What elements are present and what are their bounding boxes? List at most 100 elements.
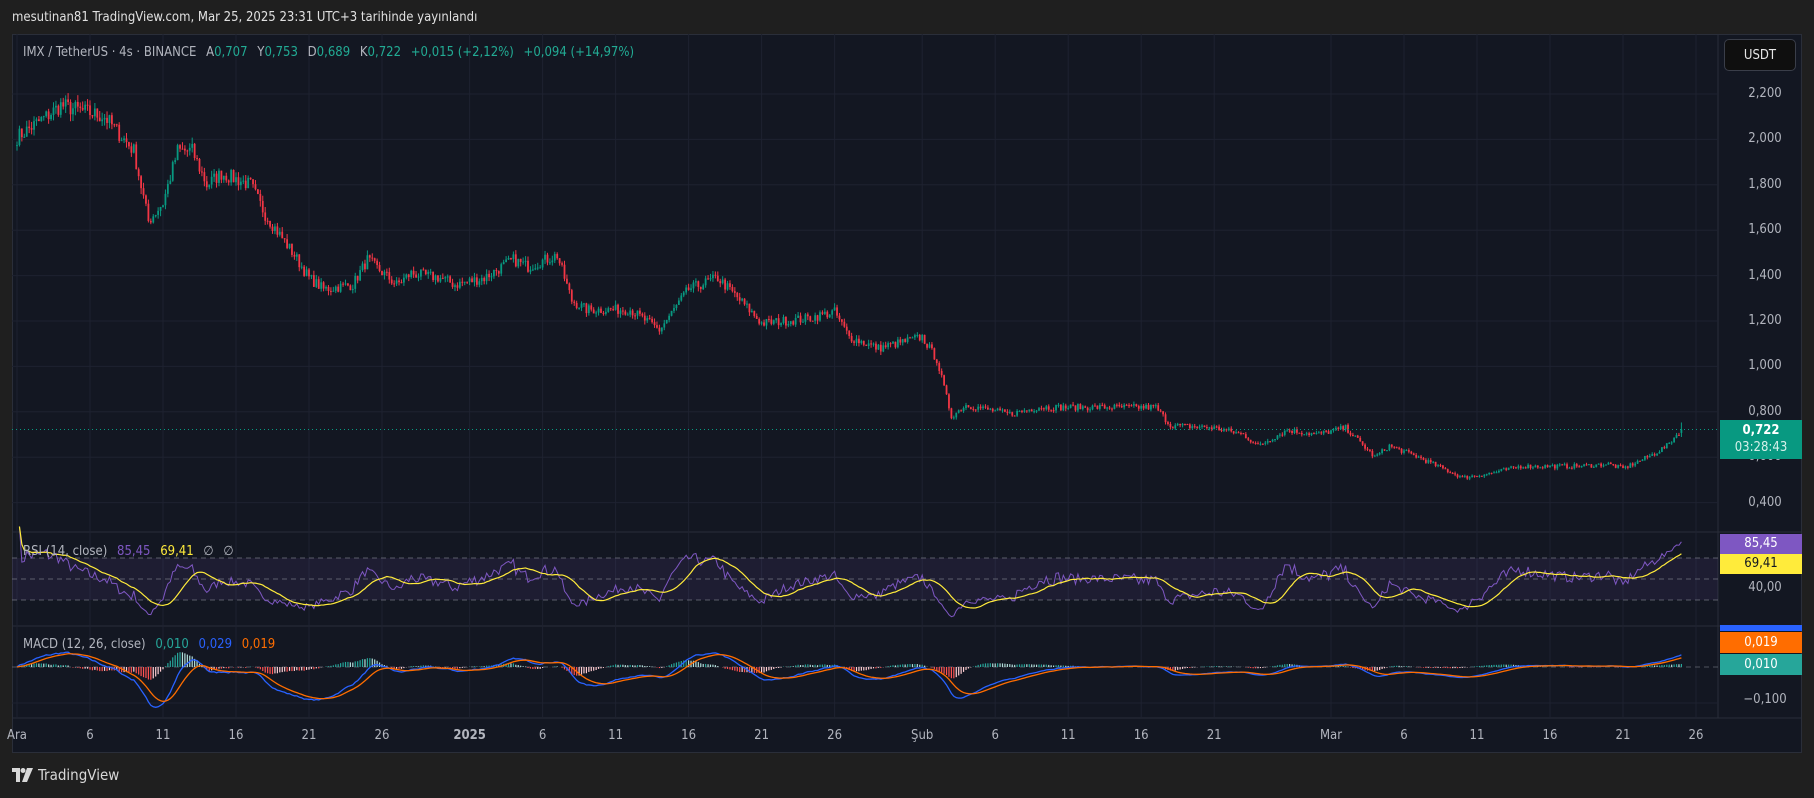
time-axis-label: 6 <box>991 728 999 743</box>
candle-body <box>422 269 425 271</box>
candle-body <box>169 180 172 184</box>
candle-body <box>1510 466 1512 468</box>
candle-body <box>943 375 945 386</box>
candle-body <box>901 339 904 343</box>
symbol-title[interactable]: IMX / TetherUS · 4s · BINANCE <box>23 45 196 60</box>
candle-body <box>1276 435 1279 440</box>
candle-body <box>320 282 323 289</box>
candle-body <box>527 260 529 272</box>
change-value-2: +0,094 (+14,97%) <box>523 45 635 60</box>
candle-body <box>415 274 417 278</box>
candle-body <box>1130 405 1133 407</box>
candle-body <box>955 412 958 418</box>
candle-body <box>181 148 184 150</box>
candle-body <box>28 126 31 129</box>
candle-body <box>118 124 121 141</box>
candle-body <box>777 318 780 326</box>
candle-body <box>972 408 975 410</box>
candle-body <box>1257 443 1259 445</box>
candle-body <box>74 101 77 109</box>
candle-body <box>1025 410 1028 412</box>
candle-body <box>1084 406 1087 408</box>
candle-body <box>1505 468 1508 470</box>
candle-body <box>1585 464 1588 466</box>
candle-body <box>385 271 388 273</box>
candle-body <box>86 104 89 106</box>
candle-body <box>938 363 941 371</box>
candle-body <box>1422 458 1425 460</box>
candle-body <box>1373 455 1376 457</box>
rsi-value: 85,45 <box>117 544 151 559</box>
rsi-extra-1: ∅ <box>203 544 214 559</box>
candle-body <box>580 303 583 308</box>
candle-body <box>159 207 162 211</box>
candle-body <box>1274 439 1276 441</box>
candle-body <box>607 308 610 312</box>
candle-body <box>344 283 347 285</box>
candle-body <box>1203 425 1206 428</box>
candle-body <box>602 312 605 314</box>
candle-body <box>1089 409 1091 411</box>
candle-body <box>558 258 561 264</box>
candle-body <box>237 177 240 186</box>
macd-title[interactable]: MACD (12, 26, close) <box>23 637 146 652</box>
candle-body <box>838 315 841 320</box>
candle-body <box>833 307 836 311</box>
candle-body <box>1546 465 1549 468</box>
candle-body <box>298 254 301 268</box>
last-price-value: 0,722 <box>1742 423 1780 438</box>
candle-body <box>429 271 432 273</box>
candle-body <box>152 216 155 223</box>
price-axis-label: 0,800 <box>1748 403 1782 419</box>
change-value: +0,015 (+2,12%) <box>410 45 514 60</box>
candle-body <box>855 338 858 343</box>
candle-body <box>1507 467 1510 470</box>
candle-body <box>950 408 953 419</box>
candle-body <box>1541 467 1544 469</box>
rsi-title[interactable]: RSI (14, close) <box>23 544 107 559</box>
candle-body <box>848 330 851 337</box>
candle-body <box>782 316 785 324</box>
candle-body <box>1536 465 1539 468</box>
candle-body <box>1656 453 1658 456</box>
candle-body <box>72 108 74 115</box>
candle-body <box>1476 476 1478 478</box>
candle-body <box>561 263 563 265</box>
candle-body <box>130 146 133 153</box>
candle-body <box>1417 456 1420 458</box>
candle-body <box>215 173 218 183</box>
candle-body <box>1439 465 1442 467</box>
candle-body <box>999 408 1001 411</box>
candle-body <box>850 336 853 342</box>
candle-body <box>1045 406 1048 410</box>
candle-body <box>1103 405 1106 409</box>
candle-body <box>505 259 507 263</box>
candle-body <box>712 274 714 279</box>
candle-body <box>1072 404 1074 406</box>
candle-body <box>1159 410 1162 412</box>
candle-body <box>1648 455 1651 458</box>
candle-body <box>420 269 422 277</box>
candle-body <box>1283 430 1286 435</box>
candle-body <box>1218 426 1220 430</box>
candle-body <box>933 348 936 360</box>
candle-body <box>1410 451 1413 454</box>
candle-body <box>227 180 230 183</box>
time-axis-label: Şub <box>911 728 934 743</box>
candle-body <box>1242 433 1245 435</box>
candle-body <box>1488 472 1491 475</box>
time-axis-label: 21 <box>1615 728 1631 743</box>
candle-body <box>1101 404 1104 406</box>
candle-body <box>1466 475 1469 479</box>
tradingview-logo[interactable]: TradingView <box>12 766 119 784</box>
candle-body <box>1597 463 1600 465</box>
candle-body <box>945 385 948 395</box>
time-axis-label: 2025 <box>453 728 486 743</box>
currency-button[interactable]: USDT <box>1724 39 1796 71</box>
macd-hist-tag: 0,010 <box>1720 654 1802 675</box>
candle-body <box>962 408 965 412</box>
candle-body <box>931 344 933 349</box>
candle-body <box>381 271 383 276</box>
candle-body <box>1118 404 1121 407</box>
candle-body <box>1461 476 1464 478</box>
